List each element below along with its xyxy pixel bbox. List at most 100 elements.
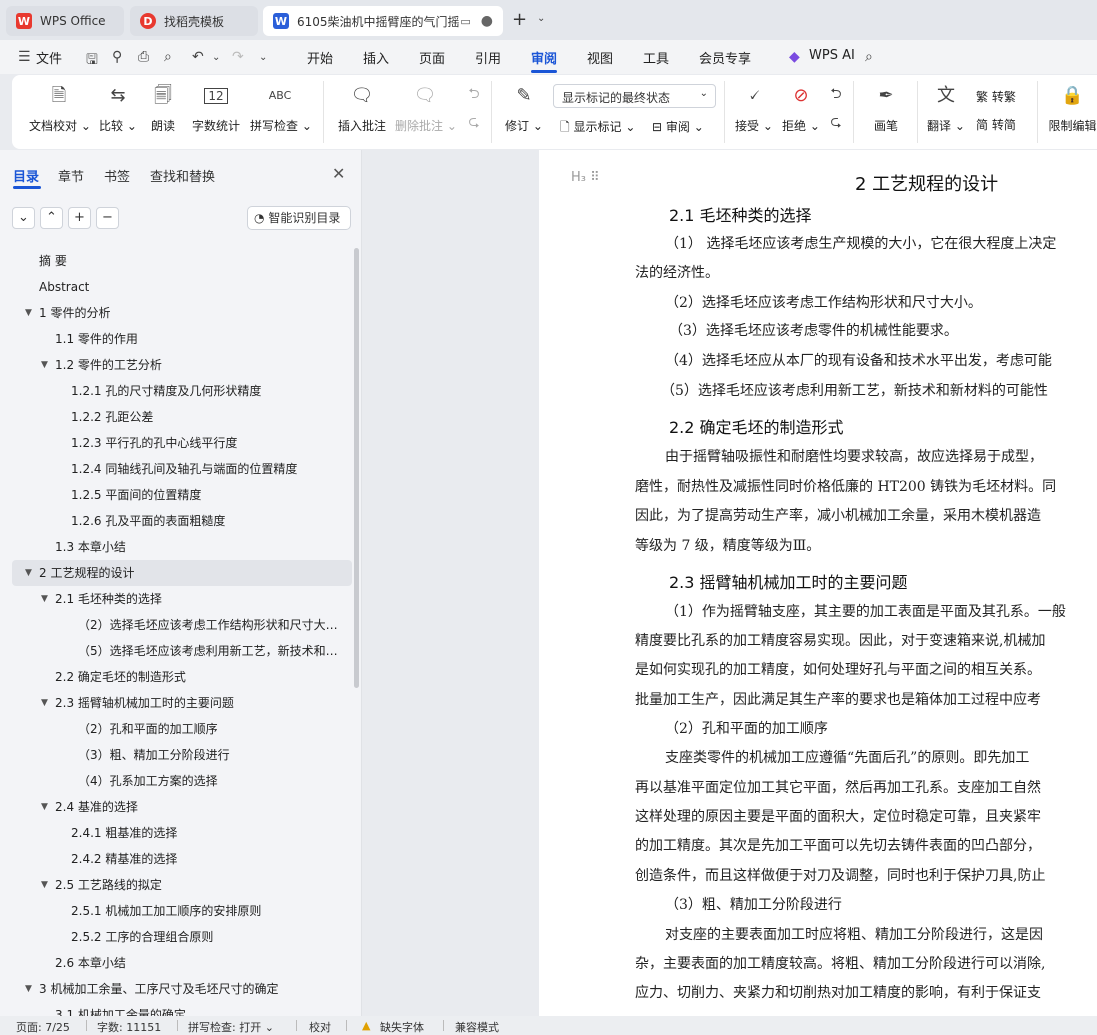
to-traditional-button[interactable]: 繁 转繁 [976,88,1016,105]
share-link-icon[interactable]: ⚲ [112,49,122,65]
toc-item[interactable]: 2.2 确定毛坯的制造形式 [0,664,352,690]
customize-dropdown-icon[interactable]: ⌄ [259,52,267,63]
hamburger-menu-icon[interactable]: ☰ [18,49,31,65]
spell-check-status[interactable]: 拼写检查: 打开 ⌄ [188,1019,274,1035]
page-indicator[interactable]: 页面: 7/25 [16,1019,70,1035]
toc-item[interactable]: 1.2.3 平行孔的孔中心线平行度 [0,430,352,456]
close-icon[interactable]: ✕ [332,164,345,183]
monitor-icon[interactable]: ▭ [460,15,470,28]
comment-nav-group[interactable]: ⮌ ⮎ [464,83,484,133]
toc-item[interactable]: 1.2.5 平面间的位置精度 [0,482,352,508]
delete-comment-button[interactable]: 🗨 删除批注 ⌄ [395,83,457,134]
add-heading-button[interactable]: + [68,207,91,229]
toc-item[interactable]: 2.6 本章小结 [0,950,352,976]
expand-triangle-icon[interactable]: ▼ [41,586,48,612]
tab-toc[interactable]: 目录 [13,166,39,185]
toc-item[interactable]: ▼ 3 机械加工余量、工序尺寸及毛坯尺寸的确定 [0,976,352,1002]
toc-item[interactable]: 1.2.2 孔距公差 [0,404,352,430]
toc-item[interactable]: 2.5.1 机械加工加工顺序的安排原则 [0,898,352,924]
menu-tools[interactable]: 工具 [643,48,669,67]
toc-item[interactable]: 2.4.1 粗基准的选择 [0,820,352,846]
new-tab-plus-icon[interactable]: + [512,9,527,30]
review-pane-button[interactable]: ⊟ 审阅 ⌄ [652,118,704,135]
toc-item[interactable]: ▼ 1.2 零件的工艺分析 [0,352,352,378]
tab-current-document[interactable]: W 6105柴油机中摇臂座的气门摇 ▭ ● [263,6,503,36]
doc-check-button[interactable]: 🗎 文档校对 ⌄ [29,83,91,134]
restrict-edit-button[interactable]: 🔒 限制编辑 [1048,83,1097,134]
pen-button[interactable]: ✒ 画笔 [868,83,904,134]
toc-item[interactable]: （5）选择毛坯应该考虑利用新工艺，新技术和新... [0,638,352,664]
heading-marker-icon[interactable]: H₃ ⠿ [571,170,600,185]
print-icon[interactable]: ⎙ [138,49,149,65]
tab-bookmarks[interactable]: 书签 [104,166,130,185]
change-nav-group[interactable]: ⮌ ⮎ [826,83,846,133]
toc-item[interactable]: （2）选择毛坯应该考虑工作结构形状和尺寸大小... [0,612,352,638]
markup-mode-select[interactable]: 显示标记的最终状态 ⌄ [553,84,716,108]
expand-triangle-icon[interactable]: ▼ [25,300,32,326]
toc-item[interactable]: 1.1 零件的作用 [0,326,352,352]
expand-triangle-icon[interactable]: ▼ [41,690,48,716]
tab-docer-templates[interactable]: D 找稻壳模板 [130,6,258,36]
search-icon[interactable]: ⌕ [865,49,873,65]
expand-up-button[interactable]: ⌃ [40,207,63,229]
menu-membership[interactable]: 会员专享 [699,48,751,67]
toc-item[interactable]: 1.2.4 同轴线孔间及轴孔与端面的位置精度 [0,456,352,482]
expand-triangle-icon[interactable]: ▼ [41,352,48,378]
smart-toc-button[interactable]: ◔ 智能识别目录 [247,206,351,230]
toc-item[interactable]: 2.5.2 工序的合理组合原则 [0,924,352,950]
toc-item[interactable]: ▼ 2.3 摇臂轴机械加工时的主要问题 [0,690,352,716]
toc-item[interactable]: ▼ 2.1 毛坯种类的选择 [0,586,352,612]
unsaved-dot-icon[interactable]: ● [481,13,493,29]
expand-triangle-icon[interactable]: ▼ [25,976,32,1002]
redo-icon[interactable]: ↷ [232,49,244,65]
expand-triangle-icon[interactable]: ▼ [25,560,32,586]
to-simplified-button[interactable]: 简 转简 [976,116,1016,133]
toc-item[interactable]: （2）孔和平面的加工顺序 [0,716,352,742]
toc-item[interactable]: Abstract [0,274,352,300]
menu-insert[interactable]: 插入 [363,48,389,67]
expand-triangle-icon[interactable]: ▼ [41,872,48,898]
toc-item[interactable]: （3）粗、精加工分阶段进行 [0,742,352,768]
menu-wps-ai[interactable]: WPS AI [809,48,855,63]
show-markup-button[interactable]: 🗋 显示标记 ⌄ [560,118,635,139]
tab-sections[interactable]: 章节 [58,166,84,185]
missing-font-status[interactable]: 缺失字体 [380,1019,424,1035]
toc-item[interactable]: ▼ 2.5 工艺路线的拟定 [0,872,352,898]
track-changes-button[interactable]: ✎ 修订 ⌄ [504,83,544,134]
word-count-indicator[interactable]: 字数: 11151 [97,1019,161,1035]
undo-icon[interactable]: ↶ [192,49,204,65]
tab-wps-office[interactable]: W WPS Office [6,6,124,36]
menu-page[interactable]: 页面 [419,48,445,67]
undo-dropdown-icon[interactable]: ⌄ [212,52,220,63]
save-icon[interactable]: 🖫 [86,49,98,73]
translate-button[interactable]: 文 翻译 ⌄ [926,83,966,134]
collapse-down-button[interactable]: ⌄ [12,207,35,229]
document-page[interactable]: H₃ ⠿ 2 工艺规程的设计 2.1 毛坯种类的选择 （1） 选择毛坯应该考虑生… [539,150,1097,1016]
wps-ai-icon[interactable]: ◆ [789,49,800,65]
menu-reference[interactable]: 引用 [475,48,501,67]
menu-file[interactable]: 文件 [36,48,62,67]
accept-button[interactable]: 🗸 接受 ⌄ [734,83,774,134]
insert-comment-button[interactable]: 🗨 插入批注 [336,83,388,134]
compare-button[interactable]: ⇆ 比较 ⌄ [98,83,138,134]
toc-item[interactable]: 1.2.6 孔及平面的表面粗糙度 [0,508,352,534]
spell-check-button[interactable]: ABC 拼写检查 ⌄ [250,83,312,134]
toc-item[interactable]: 1.3 本章小结 [0,534,352,560]
toc-scrollbar[interactable] [354,248,359,688]
word-count-button[interactable]: 12 字数统计 [190,83,242,134]
remove-heading-button[interactable]: − [96,207,119,229]
chevron-down-icon[interactable]: ⌄ [537,13,545,24]
toc-item[interactable]: （4）孔系加工方案的选择 [0,768,352,794]
read-aloud-button[interactable]: 🗐 朗读 [148,83,178,134]
proofread-status[interactable]: 校对 [309,1019,331,1035]
menu-start[interactable]: 开始 [307,48,333,67]
toc-item[interactable]: 摘 要 [0,248,352,274]
menu-review[interactable]: 审阅 [531,48,557,67]
reject-button[interactable]: ⊘ 拒绝 ⌄ [781,83,821,134]
tab-find-replace[interactable]: 查找和替换 [150,166,215,185]
menu-view[interactable]: 视图 [587,48,613,67]
toc-item[interactable]: ▼ 2.4 基准的选择 [0,794,352,820]
expand-triangle-icon[interactable]: ▼ [41,794,48,820]
toc-item[interactable]: 1.2.1 孔的尺寸精度及几何形状精度 [0,378,352,404]
print-preview-icon[interactable]: ⌕ [164,49,172,65]
